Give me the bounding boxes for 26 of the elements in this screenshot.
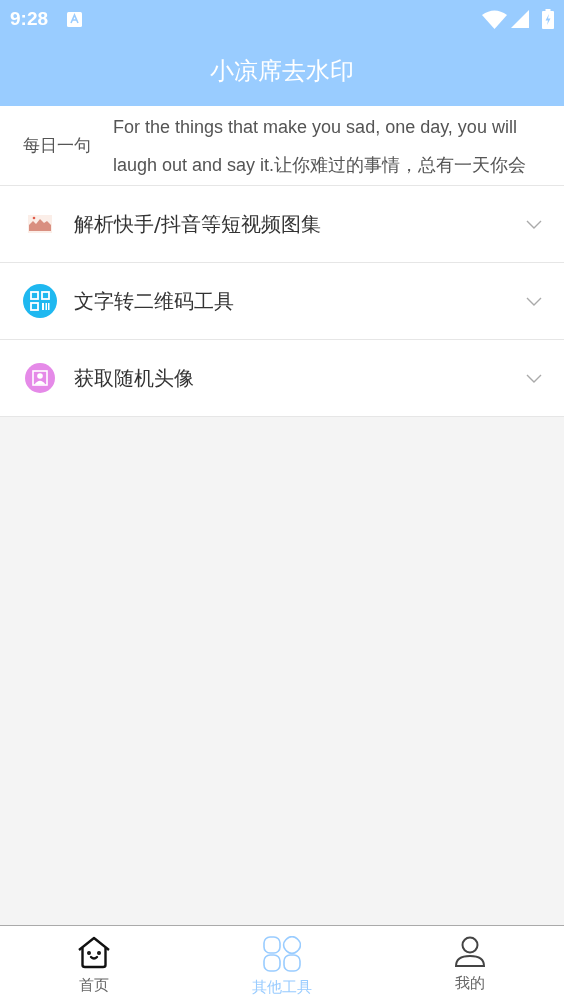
chevron-icon [526, 296, 542, 306]
chevron-icon [526, 373, 542, 383]
signal-icon [511, 10, 529, 28]
tool-label: 获取随机头像 [74, 365, 195, 392]
battery-icon [542, 9, 554, 29]
tab-bar-item[interactable]: 首页 [0, 926, 188, 1004]
qr-code-icon [23, 284, 57, 318]
person-icon [454, 936, 486, 968]
four-squares-icon [263, 936, 301, 972]
chevron-icon [526, 219, 542, 229]
keyboard-icon [67, 11, 83, 27]
quote-text: laugh out and say it.让你难过的事情，总有一天你会 [113, 153, 527, 177]
tool-label: 解析快手/抖音等短视频图集 [74, 211, 322, 238]
status-time: 9:28 [10, 6, 49, 31]
tool-accordion-item[interactable]: 文字转二维码工具 [0, 263, 564, 340]
quote-text: For the things that make you sad, one day, you will [113, 115, 518, 139]
house-icon [77, 936, 111, 970]
mountain-picture-icon [28, 215, 52, 233]
tab-bar-item[interactable]: 我的 [376, 926, 564, 1004]
tool-accordion-item[interactable]: 解析快手/抖音等短视频图集 [0, 186, 564, 263]
portrait-icon [25, 363, 55, 393]
wifi-icon [482, 9, 507, 29]
tool-accordion-item[interactable]: 获取随机头像 [0, 340, 564, 417]
app-title: 小凉席去水印 [210, 56, 354, 87]
tool-label: 文字转二维码工具 [74, 288, 235, 315]
daily-quote-label: 每日一句 [21, 133, 92, 157]
